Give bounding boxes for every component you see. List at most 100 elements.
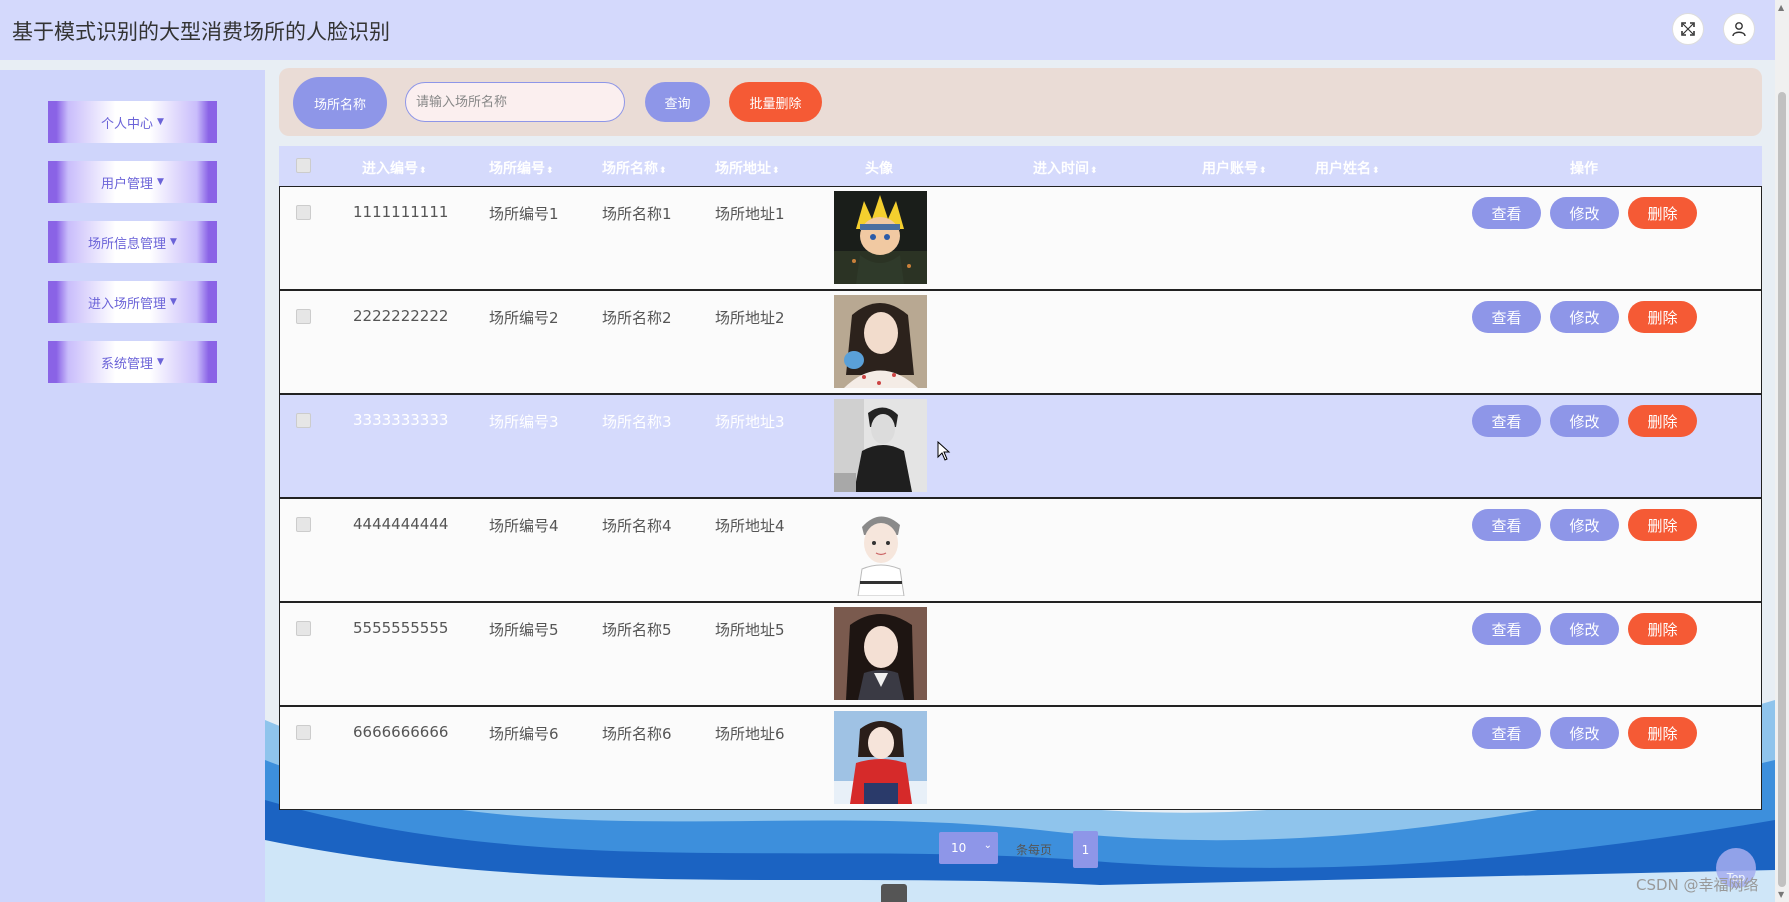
edit-button[interactable]: 修改 bbox=[1550, 717, 1619, 749]
cell-venue-name: 场所名称2 bbox=[602, 309, 672, 327]
header-label: 用户姓名 bbox=[1315, 161, 1371, 177]
delete-button[interactable]: 删除 bbox=[1628, 613, 1697, 645]
app-title: 基于模式识别的大型消费场所的人脸识别 bbox=[12, 20, 390, 44]
cell-venue-name: 场所名称3 bbox=[602, 413, 672, 431]
header-entry-no[interactable]: 进入编号⬍ bbox=[362, 158, 427, 178]
cell-venue-no: 场所编号5 bbox=[489, 621, 559, 639]
table-header: 进入编号⬍ 场所编号⬍ 场所名称⬍ 场所地址⬍ 头像 进入时间⬍ 用户账号⬍ 用… bbox=[279, 146, 1762, 186]
row-checkbox[interactable] bbox=[296, 517, 311, 532]
table-row[interactable]: 5555555555 场所编号5 场所名称5 场所地址5 查看 修改 删除 bbox=[279, 602, 1762, 706]
view-button[interactable]: 查看 bbox=[1472, 509, 1541, 541]
cell-venue-address: 场所地址3 bbox=[715, 413, 785, 431]
select-all-checkbox[interactable] bbox=[296, 158, 311, 173]
sidebar-item-venue-entry-management[interactable]: 进入场所管理 ▼ bbox=[48, 281, 217, 323]
header-label: 进入时间 bbox=[1033, 161, 1089, 177]
cell-venue-address: 场所地址4 bbox=[715, 517, 785, 535]
scroll-down-icon[interactable]: ▼ bbox=[1778, 890, 1784, 899]
view-button[interactable]: 查看 bbox=[1472, 405, 1541, 437]
cell-venue-name: 场所名称5 bbox=[602, 621, 672, 639]
avatar-girl-uniform-photo bbox=[834, 607, 927, 700]
cell-entry-no: 3333333333 bbox=[353, 411, 449, 429]
venue-name-search-input[interactable] bbox=[405, 82, 625, 122]
table-row[interactable]: 2222222222 场所编号2 场所名称2 场所地址2 查看 修改 删除 bbox=[279, 290, 1762, 394]
edit-button[interactable]: 修改 bbox=[1550, 197, 1619, 229]
page-size-select[interactable]: 10 ⌄ bbox=[939, 832, 998, 864]
row-checkbox[interactable] bbox=[296, 413, 311, 428]
sidebar-item-personal-center[interactable]: 个人中心 ▼ bbox=[48, 101, 217, 143]
delete-button[interactable]: 删除 bbox=[1628, 197, 1697, 229]
header-venue-name[interactable]: 场所名称⬍ bbox=[602, 158, 667, 178]
cell-entry-no: 4444444444 bbox=[353, 515, 449, 533]
sidebar-item-label: 系统管理 bbox=[101, 356, 154, 372]
edit-button[interactable]: 修改 bbox=[1550, 405, 1619, 437]
scroll-up-icon[interactable]: ▲ bbox=[1778, 3, 1784, 12]
fullscreen-button[interactable] bbox=[1672, 13, 1704, 45]
delete-button[interactable]: 删除 bbox=[1628, 509, 1697, 541]
sidebar-item-label: 进入场所管理 bbox=[88, 296, 167, 312]
header-label: 场所编号 bbox=[489, 161, 545, 177]
cell-venue-address: 场所地址2 bbox=[715, 309, 785, 327]
delete-button[interactable]: 删除 bbox=[1628, 301, 1697, 333]
cell-venue-no: 场所编号2 bbox=[489, 309, 559, 327]
edit-button[interactable]: 修改 bbox=[1550, 509, 1619, 541]
sort-icon: ⬍ bbox=[419, 166, 427, 176]
header-user-name[interactable]: 用户姓名⬍ bbox=[1315, 158, 1380, 178]
view-button[interactable]: 查看 bbox=[1472, 301, 1541, 333]
delete-button[interactable]: 删除 bbox=[1628, 405, 1697, 437]
edit-button[interactable]: 修改 bbox=[1550, 613, 1619, 645]
search-panel: 场所名称 查询 批量删除 bbox=[279, 68, 1762, 136]
cell-venue-no: 场所编号4 bbox=[489, 517, 559, 535]
page-button-1[interactable]: 1 bbox=[1073, 831, 1098, 868]
header-entry-time[interactable]: 进入时间⬍ bbox=[1033, 158, 1098, 178]
cell-venue-no: 场所编号6 bbox=[489, 725, 559, 743]
sort-icon: ⬍ bbox=[1090, 166, 1098, 176]
sidebar-item-label: 场所信息管理 bbox=[88, 236, 167, 252]
edit-button[interactable]: 修改 bbox=[1550, 301, 1619, 333]
header-venue-no[interactable]: 场所编号⬍ bbox=[489, 158, 554, 178]
header-user-account[interactable]: 用户账号⬍ bbox=[1202, 158, 1267, 178]
view-button[interactable]: 查看 bbox=[1472, 613, 1541, 645]
sidebar-item-user-management[interactable]: 用户管理 ▼ bbox=[48, 161, 217, 203]
watermark: CSDN @幸福网络 bbox=[1636, 876, 1759, 894]
row-checkbox[interactable] bbox=[296, 309, 311, 324]
delete-button[interactable]: 删除 bbox=[1628, 717, 1697, 749]
header-label: 用户账号 bbox=[1202, 161, 1258, 177]
view-button[interactable]: 查看 bbox=[1472, 197, 1541, 229]
cell-venue-no: 场所编号1 bbox=[489, 205, 559, 223]
cell-entry-no: 1111111111 bbox=[353, 203, 449, 221]
header-venue-address[interactable]: 场所地址⬍ bbox=[715, 158, 780, 178]
sort-icon: ⬍ bbox=[1259, 166, 1267, 176]
table-row[interactable]: 1111111111 场所编号1 场所名称1 场所地址1 查看 修改 删除 bbox=[279, 186, 1762, 290]
cell-entry-no: 5555555555 bbox=[353, 619, 449, 637]
cell-entry-no: 2222222222 bbox=[353, 307, 449, 325]
header-label: 进入编号 bbox=[362, 161, 418, 177]
cell-entry-no: 6666666666 bbox=[353, 723, 449, 741]
table-row[interactable]: 4444444444 场所编号4 场所名称4 场所地址4 查看 修改 删除 bbox=[279, 498, 1762, 602]
sidebar-item-label: 个人中心 bbox=[101, 116, 154, 132]
view-button[interactable]: 查看 bbox=[1472, 717, 1541, 749]
header-actions: 操作 bbox=[1570, 161, 1598, 177]
cell-venue-name: 场所名称1 bbox=[602, 205, 672, 223]
avatar-girl-photo bbox=[834, 295, 927, 388]
cell-venue-address: 场所地址1 bbox=[715, 205, 785, 223]
row-checkbox[interactable] bbox=[296, 205, 311, 220]
sidebar-item-venue-info-management[interactable]: 场所信息管理 ▼ bbox=[48, 221, 217, 263]
row-checkbox[interactable] bbox=[296, 725, 311, 740]
sidebar-item-system-management[interactable]: 系统管理 ▼ bbox=[48, 341, 217, 383]
table-row[interactable]: 6666666666 场所编号6 场所名称6 场所地址6 查看 修改 删除 bbox=[279, 706, 1762, 810]
row-checkbox[interactable] bbox=[296, 621, 311, 636]
header-label: 场所地址 bbox=[715, 161, 771, 177]
user-icon bbox=[1732, 22, 1746, 37]
batch-delete-button[interactable]: 批量删除 bbox=[729, 82, 822, 122]
caret-down-icon: ▼ bbox=[157, 177, 164, 187]
avatar-cartoon-boy bbox=[834, 503, 927, 596]
user-menu-button[interactable] bbox=[1723, 13, 1755, 45]
page-scrollbar[interactable]: ▲ ▼ bbox=[1775, 0, 1789, 902]
query-button[interactable]: 查询 bbox=[645, 82, 710, 122]
bottom-floating-tab[interactable] bbox=[881, 884, 907, 902]
avatar-girl-red-jacket-photo bbox=[834, 711, 927, 804]
chevron-down-icon: ⌄ bbox=[983, 840, 992, 851]
scrollbar-thumb[interactable] bbox=[1778, 92, 1786, 887]
table-row[interactable]: 3333333333 场所编号3 场所名称3 场所地址3 查看 修改 删除 bbox=[279, 394, 1762, 498]
cell-venue-no: 场所编号3 bbox=[489, 413, 559, 431]
